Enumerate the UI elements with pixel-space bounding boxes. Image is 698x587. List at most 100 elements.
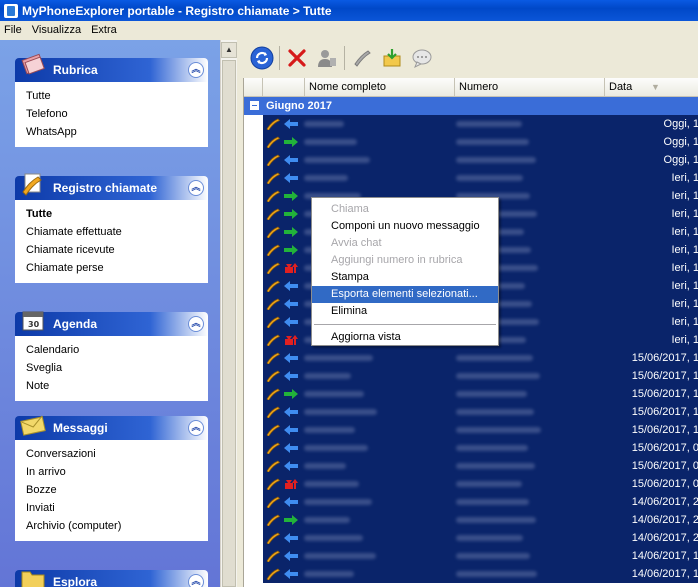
menu-file[interactable]: File bbox=[4, 24, 22, 36]
panel-header[interactable]: Messaggi ︽ bbox=[15, 415, 208, 440]
call-date: Ieri, 1 bbox=[606, 187, 698, 205]
menu-extra[interactable]: Extra bbox=[91, 24, 117, 36]
row-lead-cell bbox=[244, 529, 263, 547]
row-lead-cell bbox=[244, 565, 263, 583]
table-row[interactable]: 14/06/2017, 2 bbox=[244, 511, 698, 529]
redacted-number bbox=[456, 427, 541, 433]
call-date: Ieri, 1 bbox=[606, 205, 698, 223]
table-row[interactable]: 15/06/2017, 1 bbox=[244, 403, 698, 421]
context-menu-item-aggiorna-vista[interactable]: Aggiorna vista bbox=[312, 329, 498, 346]
contact-icon[interactable] bbox=[314, 45, 340, 71]
redacted-name bbox=[304, 391, 364, 397]
sidebar-item-chiamate-ricevute[interactable]: Chiamate ricevute bbox=[26, 241, 208, 259]
sidebar-panel-agenda: 30 Agenda ︽ Calendario Sveglia Note bbox=[15, 311, 208, 401]
row-lead-cell bbox=[244, 259, 263, 277]
sidebar-item-in-arrivo[interactable]: In arrivo bbox=[26, 463, 208, 481]
panel-body: Calendario Sveglia Note bbox=[15, 336, 208, 401]
incoming-arrow-icon bbox=[283, 550, 299, 562]
call-date: Oggi, 1 bbox=[606, 151, 698, 169]
call-date-text: 15/06/2017, 0 bbox=[631, 478, 698, 490]
delete-icon[interactable] bbox=[284, 45, 310, 71]
sidebar-item-telefono[interactable]: Telefono bbox=[26, 105, 208, 123]
call-date-text: 14/06/2017, 2 bbox=[631, 514, 698, 526]
row-lead-cell bbox=[244, 403, 263, 421]
sidebar-item-inviati[interactable]: Inviati bbox=[26, 499, 208, 517]
context-menu-item-stampa[interactable]: Stampa bbox=[312, 269, 498, 286]
call-date: Ieri, 1 bbox=[606, 223, 698, 241]
export-icon[interactable] bbox=[379, 45, 405, 71]
sidebar-item-chiamate-perse[interactable]: Chiamate perse bbox=[26, 259, 208, 277]
group-header[interactable]: Giugno 2017 bbox=[244, 97, 698, 115]
column-header-date[interactable]: Data ▼ bbox=[605, 78, 698, 97]
panel-header[interactable]: Registro chiamate ︽ bbox=[15, 173, 208, 200]
toolbar-separator bbox=[344, 46, 345, 70]
redacted-name bbox=[304, 427, 355, 433]
table-row[interactable]: 15/06/2017, 0 bbox=[244, 457, 698, 475]
collapse-panel-icon[interactable]: ︽ bbox=[188, 420, 204, 436]
redacted-name bbox=[304, 409, 377, 415]
phone-handset-icon bbox=[266, 190, 281, 204]
sidebar-item-chiamate-effettuate[interactable]: Chiamate effettuate bbox=[26, 223, 208, 241]
envelope-icon bbox=[19, 410, 47, 438]
sidebar-scrollbar[interactable]: ▲ bbox=[220, 40, 237, 587]
table-row[interactable]: 14/06/2017, 2 bbox=[244, 529, 698, 547]
phone-handset-icon bbox=[266, 244, 281, 258]
column-header-number[interactable]: Numero bbox=[455, 78, 605, 97]
context-menu-item-chiama: Chiama bbox=[331, 203, 369, 215]
panel-header[interactable]: 30 Agenda ︽ bbox=[15, 311, 208, 336]
table-row[interactable]: 15/06/2017, 1 bbox=[244, 421, 698, 439]
table-row[interactable]: Oggi, 1 bbox=[244, 133, 698, 151]
table-row[interactable]: 15/06/2017, 1 bbox=[244, 385, 698, 403]
call-date-text: Ieri, 1 bbox=[671, 262, 698, 274]
table-row[interactable]: 14/06/2017, 2 bbox=[244, 493, 698, 511]
table-row[interactable]: Oggi, 1 bbox=[244, 151, 698, 169]
call-date-text: 14/06/2017, 2 bbox=[631, 496, 698, 508]
table-row[interactable]: Ieri, 1 bbox=[244, 169, 698, 187]
context-menu-item-componi-un-nuovo-messaggio[interactable]: Componi un nuovo messaggio bbox=[312, 218, 498, 235]
message-icon[interactable] bbox=[409, 45, 435, 71]
phone-handset-icon bbox=[266, 478, 281, 492]
incoming-arrow-icon bbox=[283, 424, 299, 436]
panel-header[interactable]: Rubrica ︽ bbox=[15, 53, 208, 82]
sidebar-item-conversazioni[interactable]: Conversazioni bbox=[26, 445, 208, 463]
sidebar-item-tutte[interactable]: Tutte bbox=[26, 87, 208, 105]
column-header-icon[interactable] bbox=[244, 78, 263, 97]
sidebar-item-archivio-computer[interactable]: Archivio (computer) bbox=[26, 517, 208, 535]
table-row[interactable]: 14/06/2017, 1 bbox=[244, 547, 698, 565]
table-row[interactable]: 15/06/2017, 1 bbox=[244, 367, 698, 385]
collapse-panel-icon[interactable]: ︽ bbox=[188, 316, 204, 332]
table-row[interactable]: 15/06/2017, 0 bbox=[244, 475, 698, 493]
phone-icon[interactable] bbox=[349, 45, 375, 71]
collapse-panel-icon[interactable]: ︽ bbox=[188, 62, 204, 78]
table-row[interactable]: 14/06/2017, 1 bbox=[244, 565, 698, 583]
table-row[interactable]: 15/06/2017, 0 bbox=[244, 439, 698, 457]
collapse-group-icon[interactable] bbox=[250, 101, 259, 110]
table-row[interactable]: Oggi, 1 bbox=[244, 115, 698, 133]
table-row[interactable]: 15/06/2017, 1 bbox=[244, 349, 698, 367]
sidebar-item-whatsapp[interactable]: WhatsApp bbox=[26, 123, 208, 141]
sidebar-item-tutte[interactable]: Tutte bbox=[26, 205, 208, 223]
sidebar-item-sveglia[interactable]: Sveglia bbox=[26, 359, 208, 377]
sidebar-item-note[interactable]: Note bbox=[26, 377, 208, 395]
sidebar-item-calendario[interactable]: Calendario bbox=[26, 341, 208, 359]
phone-handset-icon bbox=[266, 388, 281, 402]
scroll-up-button[interactable]: ▲ bbox=[221, 42, 237, 58]
call-date: Ieri, 1 bbox=[606, 169, 698, 187]
call-date-text: 15/06/2017, 1 bbox=[631, 406, 698, 418]
title-bar: MyPhoneExplorer portable - Registro chia… bbox=[0, 0, 698, 21]
refresh-icon[interactable] bbox=[249, 45, 275, 71]
scroll-thumb[interactable] bbox=[222, 60, 236, 587]
phone-handset-icon bbox=[266, 262, 281, 276]
column-header-type[interactable] bbox=[263, 78, 305, 97]
call-date-text: 15/06/2017, 1 bbox=[631, 424, 698, 436]
context-menu-item-elimina[interactable]: Elimina bbox=[312, 303, 498, 320]
collapse-panel-icon[interactable]: ︽ bbox=[188, 180, 204, 196]
sidebar-item-bozze[interactable]: Bozze bbox=[26, 481, 208, 499]
redacted-name bbox=[304, 481, 359, 487]
collapse-panel-icon[interactable]: ︽ bbox=[188, 574, 204, 587]
menu-visualizza[interactable]: Visualizza bbox=[32, 24, 81, 36]
panel-header[interactable]: Esplora ︽ bbox=[15, 570, 208, 587]
row-lead-cell bbox=[244, 421, 263, 439]
context-menu-item-esporta-elementi-selezionati[interactable]: Esporta elementi selezionati... bbox=[312, 286, 498, 303]
column-header-name[interactable]: Nome completo bbox=[305, 78, 455, 97]
